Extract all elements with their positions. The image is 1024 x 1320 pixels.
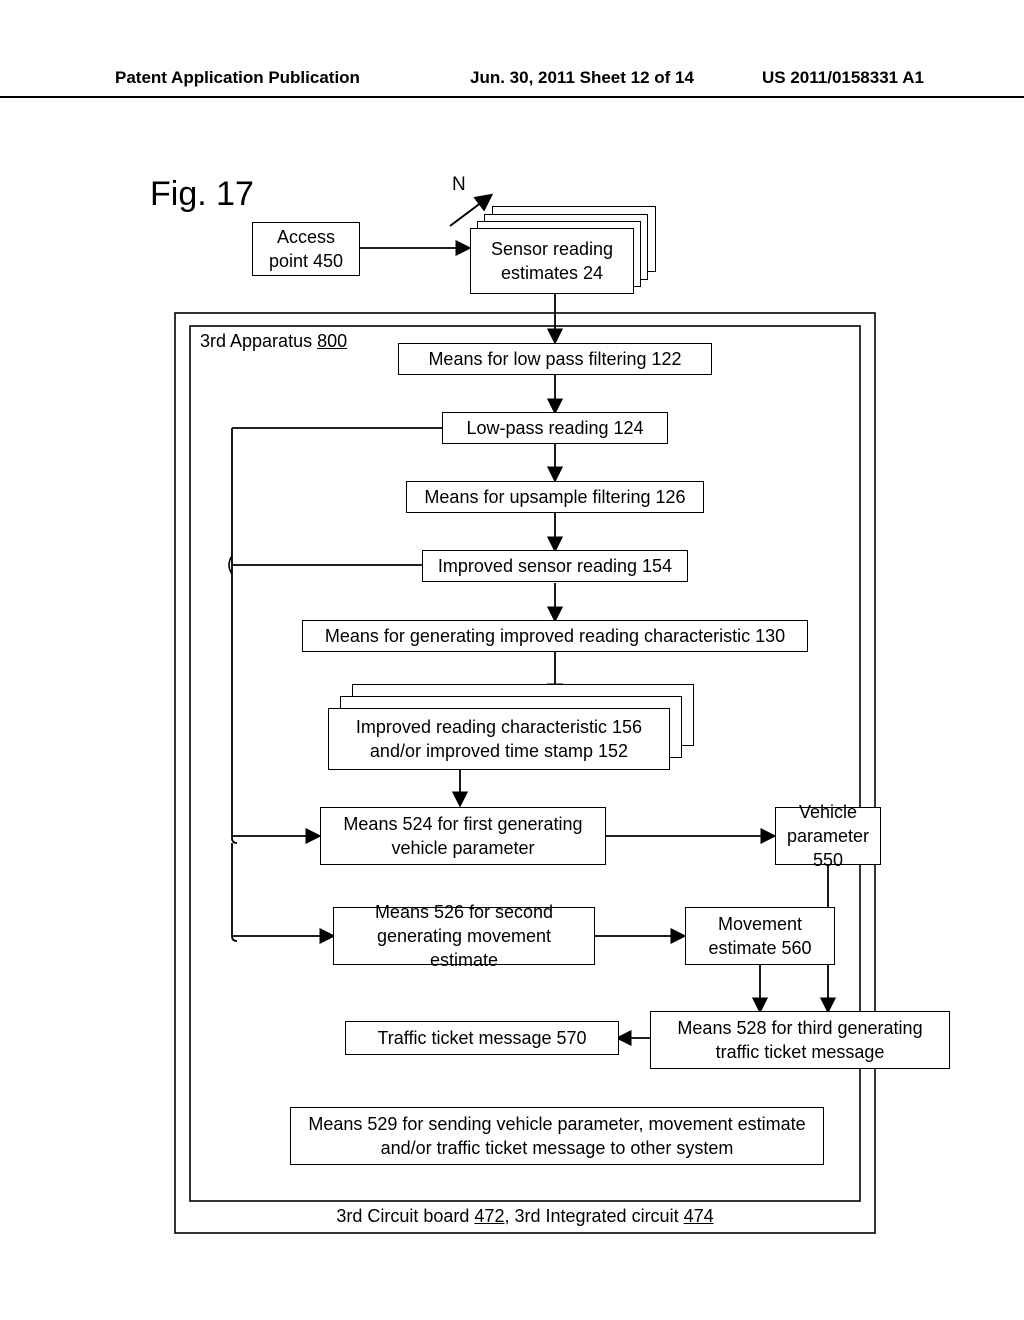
figure-number: Fig. 17 [150, 175, 254, 214]
box-lowpass-reading: Low-pass reading 124 [442, 412, 668, 444]
box-improved-sr: Improved sensor reading 154 [422, 550, 688, 582]
box-sensor-reading: Sensor reading estimates 24 [470, 228, 634, 294]
ic-num: 474 [684, 1206, 714, 1226]
ic-prefix: 3rd Integrated circuit [514, 1206, 683, 1226]
apparatus-num: 800 [317, 331, 347, 351]
apparatus-label: 3rd Apparatus 800 [200, 331, 347, 352]
header-middle: Jun. 30, 2011 Sheet 12 of 14 [470, 68, 694, 88]
box-lowpass-filter: Means for low pass filtering 122 [398, 343, 712, 375]
cb-num: 472 [474, 1206, 504, 1226]
cb-prefix: 3rd Circuit board [336, 1206, 474, 1226]
box-movement-est: Movement estimate 560 [685, 907, 835, 965]
box-vehicle-param: Vehicle parameter 550 [775, 807, 881, 865]
figure-canvas: Fig. 17 N Access point 450 Sensor readin… [0, 98, 1024, 1318]
box-ticket-msg: Traffic ticket message 570 [345, 1021, 619, 1055]
apparatus-prefix: 3rd Apparatus [200, 331, 317, 351]
sep: , [504, 1206, 514, 1226]
box-gen-irc: Means for generating improved reading ch… [302, 620, 808, 652]
header-right: US 2011/0158331 A1 [762, 68, 924, 88]
header-left: Patent Application Publication [115, 68, 360, 88]
box-means-526: Means 526 for second generating movement… [333, 907, 595, 965]
stack-irc: Improved reading characteristic 156 and/… [328, 684, 694, 770]
box-upsample: Means for upsample filtering 126 [406, 481, 704, 513]
box-means-528: Means 528 for third generating traffic t… [650, 1011, 950, 1069]
page-header: Patent Application Publication Jun. 30, … [0, 0, 1024, 98]
stack-sensor-reading: Sensor reading estimates 24 [470, 206, 656, 294]
box-means-524: Means 524 for first generating vehicle p… [320, 807, 606, 865]
board-footer: 3rd Circuit board 472, 3rd Integrated ci… [190, 1206, 860, 1227]
n-label: N [452, 174, 466, 196]
box-irc: Improved reading characteristic 156 and/… [328, 708, 670, 770]
box-means-529: Means 529 for sending vehicle parameter,… [290, 1107, 824, 1165]
box-access-point: Access point 450 [252, 222, 360, 276]
